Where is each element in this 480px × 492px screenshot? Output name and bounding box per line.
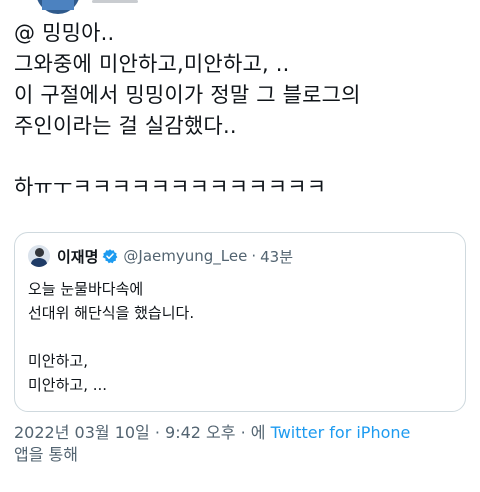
tweet-line-4: 주인이라는 걸 실감했다.. [14,114,237,138]
quote-line-2: 선대위 해단식을 했습니다. [28,304,195,322]
tweet-line-1: @ 밍밍아.. [14,21,115,45]
author-avatar[interactable] [36,0,80,14]
quoted-tweet-header: 이재명 @Jaemyung_Lee · 43분 [28,244,293,268]
handle-time-separator: · [251,247,257,265]
tweet-line-3: 이 구절에서 밍밍이가 정말 그 블로그의 [14,83,361,107]
tweet-laugh-line: 하ㅠㅜㅋㅋㅋㅋㅋㅋㅋㅋㅋㅋㅋㅋㅋ [14,175,327,199]
quote-line-4: 미안하고, ... [28,376,108,394]
quoted-author-handle: @Jaemyung_Lee [123,247,248,265]
quoted-author-avatar [28,245,50,267]
author-name-cropped [92,0,138,3]
verified-badge-icon [102,249,118,264]
tweet-line-2: 그와중에 미안하고,미안하고, .. [14,52,290,76]
quoted-tweet-body: 오늘 눈물바다속에 선대위 해단식을 했습니다. 미안하고, 미안하고, ... [28,277,194,397]
quoted-tweet-card[interactable]: 이재명 @Jaemyung_Lee · 43분 오늘 눈물바다속에 선대위 해단… [14,232,466,412]
tweet-source-suffix: 앱을 통해 [14,445,78,464]
quote-line-1: 오늘 눈물바다속에 [28,280,144,298]
tweet-metadata: 2022년 03월 10일 · 9:42 오후 · 에 Twitter for … [14,422,466,466]
quoted-author-name: 이재명 [57,247,99,266]
quoted-tweet-time: 43분 [260,247,293,266]
tweet-body: @ 밍밍아.. 그와중에 미안하고,미안하고, .. 이 구절에서 밍밍이가 정… [14,18,466,203]
tweet-timestamp[interactable]: 2022년 03월 10일 · 9:42 오후 · 에 [14,423,265,442]
tweet-source-link[interactable]: Twitter for iPhone [271,423,411,442]
quote-line-3: 미안하고, [28,352,88,370]
